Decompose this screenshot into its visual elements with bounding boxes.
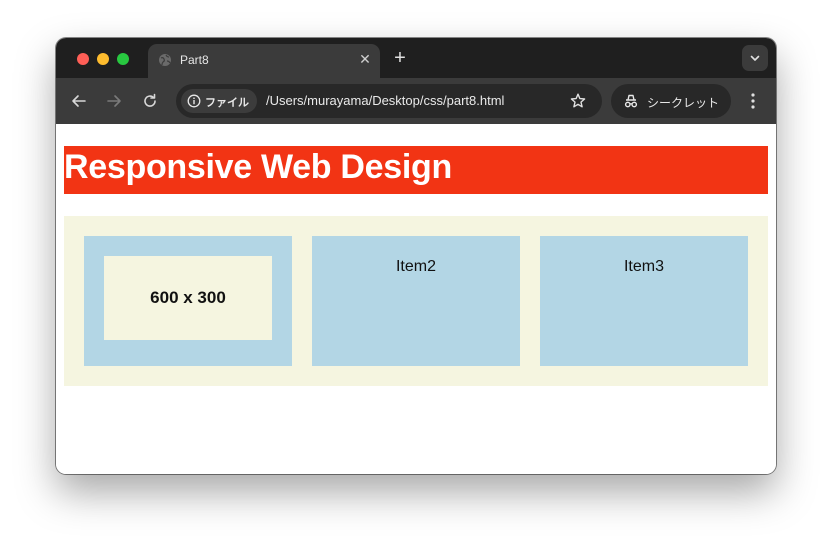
minimize-window-button[interactable] [97, 53, 109, 65]
incognito-icon [624, 94, 638, 108]
page-title: Responsive Web Design [64, 148, 452, 186]
globe-icon [159, 54, 171, 66]
item-1: 600 x 300 [84, 236, 292, 366]
item-3: Item3 [540, 236, 748, 366]
site-info-label: ファイル [205, 97, 249, 109]
item-2: Item2 [312, 236, 520, 366]
item-label: Item3 [623, 258, 664, 275]
placeholder-text: 600 x 300 [150, 288, 226, 307]
incognito-label: シークレット [647, 96, 720, 110]
items-container: 600 x 300 Item2 Item3 [64, 216, 768, 386]
plus-icon[interactable]: + [391, 48, 409, 68]
tab-title: Part8 [180, 53, 209, 67]
placeholder-image: 600 x 300 [104, 256, 272, 340]
url-text[interactable]: /Users/murayama/Desktop/css/part8.html [266, 93, 504, 108]
bookmark-star-icon[interactable] [569, 92, 587, 110]
close-window-button[interactable] [77, 53, 89, 65]
page-viewport: Responsive Web Design 600 x 300 Item2 It… [56, 124, 776, 474]
more-menu-icon[interactable] [746, 91, 760, 111]
browser-window: Part8 ✕ + ファイル /Users/murayama/Desktop/c… [56, 38, 776, 474]
close-icon[interactable]: ✕ [358, 52, 372, 66]
tab-strip: Part8 ✕ + [56, 38, 776, 78]
back-arrow-icon[interactable] [70, 92, 88, 110]
browser-toolbar: ファイル /Users/murayama/Desktop/css/part8.h… [56, 78, 776, 124]
chevron-down-icon [750, 55, 760, 61]
info-icon [187, 94, 201, 108]
page-header: Responsive Web Design [64, 146, 768, 194]
tab-search-button[interactable] [742, 45, 768, 71]
item-label: Item2 [395, 258, 436, 275]
incognito-button[interactable]: シークレット [611, 84, 731, 118]
tab-part8[interactable]: Part8 ✕ [148, 44, 380, 78]
forward-arrow-icon[interactable] [105, 92, 123, 110]
reload-icon[interactable] [141, 92, 159, 110]
address-bar[interactable]: ファイル /Users/murayama/Desktop/css/part8.h… [176, 84, 602, 118]
zoom-window-button[interactable] [117, 53, 129, 65]
site-info-chip[interactable]: ファイル [181, 89, 257, 113]
